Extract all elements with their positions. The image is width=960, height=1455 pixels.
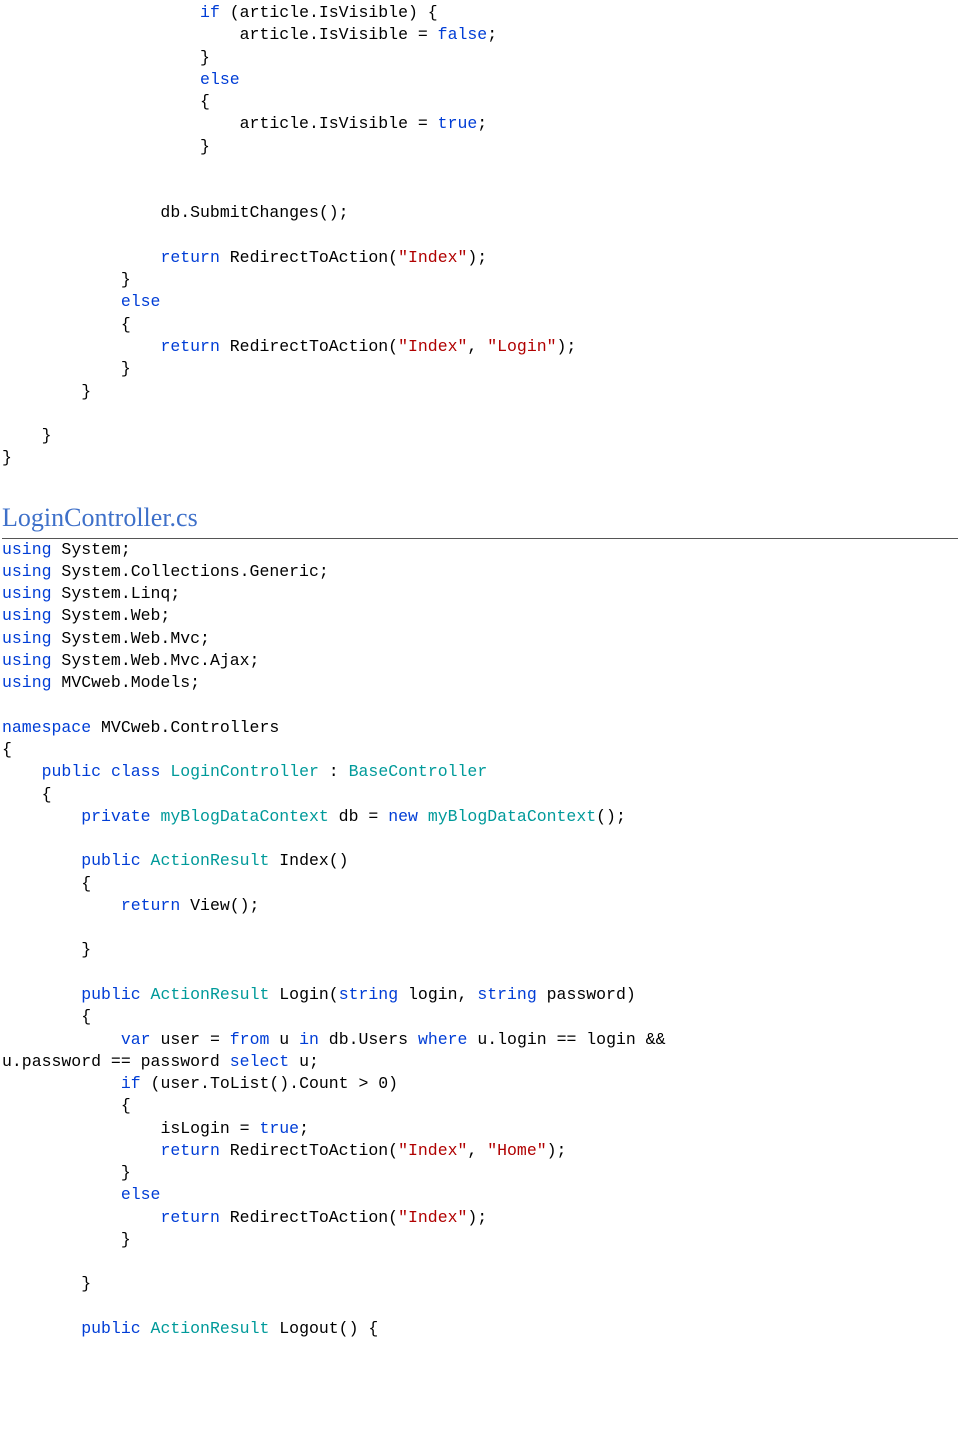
code-line: private myBlogDataContext db = new myBlo… <box>2 807 626 826</box>
code-line: } <box>2 359 131 378</box>
code-line: { <box>2 315 131 334</box>
code-line: using System; <box>2 540 131 559</box>
code-line: { <box>2 1007 91 1026</box>
code-line: db.SubmitChanges(); <box>2 203 349 222</box>
code-line: } <box>2 137 210 156</box>
code-line: public ActionResult Index() <box>2 851 349 870</box>
code-line: namespace MVCweb.Controllers <box>2 718 279 737</box>
code-line: return View(); <box>2 896 259 915</box>
code-line: public ActionResult Logout() { <box>2 1319 378 1338</box>
code-line: } <box>2 1230 131 1249</box>
code-line: article.IsVisible = true; <box>2 114 487 133</box>
code-line: { <box>2 874 91 893</box>
code-line: if (user.ToList().Count > 0) <box>2 1074 398 1093</box>
code-line: } <box>2 382 91 401</box>
code-line: using System.Web; <box>2 606 170 625</box>
code-line: else <box>2 1185 160 1204</box>
code-line: } <box>2 940 91 959</box>
section-heading-logincontroller: LoginController.cs <box>2 500 958 539</box>
code-line: { <box>2 92 210 111</box>
code-line: isLogin = true; <box>2 1119 309 1138</box>
code-line: else <box>2 70 240 89</box>
code-line: using System.Collections.Generic; <box>2 562 329 581</box>
code-line: using System.Linq; <box>2 584 180 603</box>
code-line: return RedirectToAction("Index"); <box>2 248 487 267</box>
code-line: } <box>2 270 131 289</box>
code-block-1: if (article.IsVisible) { article.IsVisib… <box>2 2 958 470</box>
code-line: } <box>2 448 12 467</box>
code-line: } <box>2 1163 131 1182</box>
code-line: using MVCweb.Models; <box>2 673 200 692</box>
code-line: if (article.IsVisible) { <box>2 3 438 22</box>
code-line: else <box>2 292 160 311</box>
code-line: var user = from u in db.Users where u.lo… <box>2 1030 675 1049</box>
code-line: } <box>2 1274 91 1293</box>
code-line: { <box>2 740 12 759</box>
code-line: } <box>2 48 210 67</box>
code-line: return RedirectToAction("Index", "Home")… <box>2 1141 566 1160</box>
code-line: public class LoginController : BaseContr… <box>2 762 487 781</box>
code-line: public ActionResult Login(string login, … <box>2 985 636 1004</box>
code-line: using System.Web.Mvc.Ajax; <box>2 651 259 670</box>
code-line: using System.Web.Mvc; <box>2 629 210 648</box>
code-line: return RedirectToAction("Index"); <box>2 1208 487 1227</box>
code-line: { <box>2 785 52 804</box>
document-page: if (article.IsVisible) { article.IsVisib… <box>0 0 960 1340</box>
code-line: u.password == password select u; <box>2 1052 319 1071</box>
code-line: } <box>2 426 52 445</box>
code-line: return RedirectToAction("Index", "Login"… <box>2 337 576 356</box>
code-line: { <box>2 1096 131 1115</box>
code-block-2: using System; using System.Collections.G… <box>2 539 958 1341</box>
code-line: article.IsVisible = false; <box>2 25 497 44</box>
